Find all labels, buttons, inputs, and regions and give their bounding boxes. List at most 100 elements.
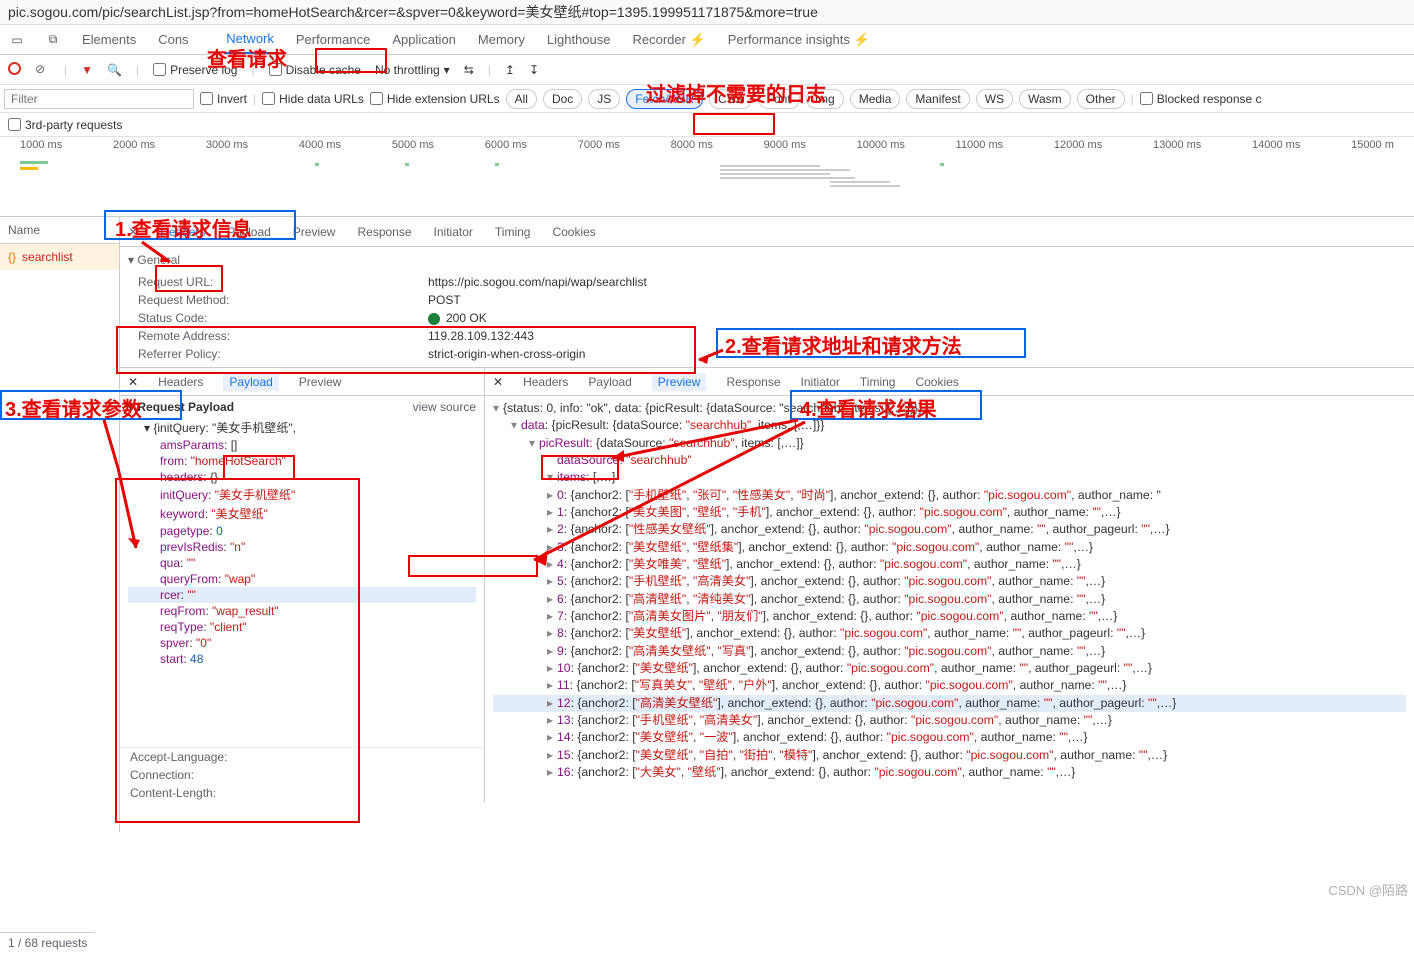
general-header[interactable]: ▾ General	[128, 251, 1406, 273]
tab-application[interactable]: Application	[390, 26, 458, 53]
url-bar[interactable]: pic.sogou.com/pic/searchList.jsp?from=ho…	[0, 0, 1414, 25]
subtab-preview[interactable]: Preview	[299, 375, 342, 389]
preview-item-7[interactable]: ▸7: {anchor2: ["高清美女图片", "朋友们"], anchor_…	[493, 608, 1406, 625]
tab-elements[interactable]: Elements	[80, 26, 138, 53]
payload-key-pagetype[interactable]: pagetype: 0	[128, 523, 476, 539]
pill-media[interactable]: Media	[850, 89, 901, 109]
tab-recorder[interactable]: Recorder ⚡	[631, 26, 708, 54]
payload-key-from[interactable]: from: "homeHotSearch"	[128, 453, 476, 469]
payload-key-keyword[interactable]: keyword: "美女壁纸"	[128, 504, 476, 523]
ptab-response[interactable]: Response	[726, 375, 780, 389]
preview-item-2[interactable]: ▸2: {anchor2: ["性感美女壁纸"], anchor_extend:…	[493, 521, 1406, 538]
preserve-log-checkbox[interactable]: Preserve log	[153, 63, 237, 77]
ptab-initiator[interactable]: Initiator	[801, 375, 840, 389]
tab-cookies[interactable]: Cookies	[552, 225, 595, 239]
subtab-payload[interactable]: Payload	[223, 373, 278, 391]
payload-key-initQuery[interactable]: initQuery: "美女手机壁纸"	[128, 485, 476, 504]
url-text: pic.sogou.com/pic/searchList.jsp?from=ho…	[8, 2, 818, 22]
tab-network[interactable]: Network	[224, 25, 276, 54]
filter-input[interactable]	[4, 89, 194, 109]
tab-initiator[interactable]: Initiator	[434, 225, 473, 239]
close-icon[interactable]: ✕	[493, 375, 503, 389]
tab-response[interactable]: Response	[357, 225, 411, 239]
pill-wasm[interactable]: Wasm	[1019, 89, 1071, 109]
pill-js[interactable]: JS	[588, 89, 620, 109]
close-icon[interactable]: ✕	[128, 225, 138, 239]
preview-item-6[interactable]: ▸6: {anchor2: ["高清壁纸", "清纯美女"], anchor_e…	[493, 591, 1406, 608]
payload-key-start[interactable]: start: 48	[128, 651, 476, 667]
ptab-headers[interactable]: Headers	[523, 375, 568, 389]
blocked-response-checkbox[interactable]: Blocked response c	[1140, 92, 1262, 106]
preview-item-3[interactable]: ▸3: {anchor2: ["美女壁纸", "壁纸集"], anchor_ex…	[493, 539, 1406, 556]
ptab-timing[interactable]: Timing	[860, 375, 896, 389]
payload-key-prevIsRedis[interactable]: prevIsRedis: "n"	[128, 539, 476, 555]
invert-checkbox[interactable]: Invert	[200, 92, 247, 106]
payload-key-amsParams[interactable]: amsParams: []	[128, 437, 476, 453]
preview-item-11[interactable]: ▸11: {anchor2: ["写真美女", "壁纸", "户外"], anc…	[493, 677, 1406, 694]
ptab-preview[interactable]: Preview	[652, 373, 707, 391]
tab-timing[interactable]: Timing	[495, 225, 531, 239]
tab-memory[interactable]: Memory	[476, 26, 527, 53]
device-icon[interactable]: ⧉	[44, 32, 62, 47]
preview-item-5[interactable]: ▸5: {anchor2: ["手机壁纸", "高清美女"], anchor_e…	[493, 573, 1406, 590]
clear-icon[interactable]: ⊘	[35, 62, 50, 77]
payload-tree[interactable]: ▾ Request Payloadview source ▾ {initQuer…	[120, 396, 484, 747]
payload-key-reqFrom[interactable]: reqFrom: "wap_result"	[128, 603, 476, 619]
remote-address-value: 119.28.109.132:443	[428, 329, 534, 343]
ptab-cookies[interactable]: Cookies	[915, 375, 958, 389]
pill-css[interactable]: CSS	[709, 89, 752, 109]
preview-item-16[interactable]: ▸16: {anchor2: ["大美女", "壁纸"], anchor_ext…	[493, 764, 1406, 781]
subtab-headers[interactable]: Headers	[158, 375, 203, 389]
pill-fetch-xhr[interactable]: Fetch/XHR	[626, 89, 703, 109]
payload-key-headers[interactable]: headers: {}	[128, 469, 476, 485]
preview-item-0[interactable]: ▸0: {anchor2: ["手机壁纸", "张可", "性感美女", "时尚…	[493, 487, 1406, 504]
preview-item-4[interactable]: ▸4: {anchor2: ["美女唯美", "壁纸"], anchor_ext…	[493, 556, 1406, 573]
wifi-icon[interactable]: ⇆	[464, 63, 474, 77]
preview-item-1[interactable]: ▸1: {anchor2: ["美女美图", "壁纸", "手机"], anch…	[493, 504, 1406, 521]
filter-icon[interactable]: ▼	[81, 63, 93, 77]
tab-performance[interactable]: Performance	[294, 26, 372, 53]
pill-other[interactable]: Other	[1077, 89, 1125, 109]
disable-cache-checkbox[interactable]: Disable cache	[269, 63, 361, 77]
payload-key-queryFrom[interactable]: queryFrom: "wap"	[128, 571, 476, 587]
preview-item-15[interactable]: ▸15: {anchor2: ["美女壁纸", "自拍", "街拍", "模特"…	[493, 747, 1406, 764]
preview-item-13[interactable]: ▸13: {anchor2: ["手机壁纸", "高清美女"], anchor_…	[493, 712, 1406, 729]
preview-item-10[interactable]: ▸10: {anchor2: ["美女壁纸"], anchor_extend: …	[493, 660, 1406, 677]
search-icon[interactable]: 🔍	[107, 63, 122, 77]
tab-headers[interactable]: Headers	[160, 225, 205, 239]
preview-item-12[interactable]: ▸12: {anchor2: ["高清美女壁纸"], anchor_extend…	[493, 695, 1406, 712]
hide-ext-urls-checkbox[interactable]: Hide extension URLs	[370, 92, 500, 106]
pill-font[interactable]: Font	[758, 89, 800, 109]
pill-all[interactable]: All	[506, 89, 537, 109]
payload-key-reqType[interactable]: reqType: "client"	[128, 619, 476, 635]
ptab-payload[interactable]: Payload	[588, 375, 631, 389]
view-source-link[interactable]: view source	[413, 400, 476, 414]
preview-item-9[interactable]: ▸9: {anchor2: ["高清美女壁纸", "写真"], anchor_e…	[493, 643, 1406, 660]
pill-img[interactable]: Img	[806, 89, 844, 109]
pill-manifest[interactable]: Manifest	[906, 89, 969, 109]
hide-data-urls-checkbox[interactable]: Hide data URLs	[262, 92, 364, 106]
request-searchlist[interactable]: {} searchlist	[0, 244, 119, 270]
tab-payload[interactable]: Payload	[227, 225, 270, 239]
preview-item-14[interactable]: ▸14: {anchor2: ["美女壁纸", "一波"], anchor_ex…	[493, 729, 1406, 746]
preview-tree[interactable]: ▾{status: 0, info: "ok", data: {picResul…	[485, 396, 1414, 802]
timeline[interactable]: 1000 ms2000 ms3000 ms4000 ms5000 ms6000 …	[0, 137, 1414, 217]
payload-key-qua[interactable]: qua: ""	[128, 555, 476, 571]
download-icon[interactable]: ↧	[529, 63, 539, 77]
preview-item-8[interactable]: ▸8: {anchor2: ["美女壁纸"], anchor_extend: {…	[493, 625, 1406, 642]
pill-doc[interactable]: Doc	[543, 89, 582, 109]
close-icon[interactable]: ✕	[128, 375, 138, 389]
tab-preview[interactable]: Preview	[293, 225, 336, 239]
throttling-select[interactable]: No throttling ▾	[375, 63, 450, 77]
upload-icon[interactable]: ↥	[505, 63, 515, 77]
third-party-checkbox[interactable]: 3rd-party requests	[8, 118, 122, 132]
general-section: ▾ General Request URL:https://pic.sogou.…	[120, 247, 1414, 367]
payload-key-spver[interactable]: spver: "0"	[128, 635, 476, 651]
pill-ws[interactable]: WS	[976, 89, 1013, 109]
inspect-icon[interactable]: ▭	[8, 33, 26, 47]
record-icon[interactable]	[8, 62, 21, 78]
tab-lighthouse[interactable]: Lighthouse	[545, 26, 613, 53]
tab-console[interactable]: Cons	[156, 26, 206, 53]
payload-key-rcer[interactable]: rcer: ""	[128, 587, 476, 603]
tab-perf-insights[interactable]: Performance insights ⚡	[726, 26, 872, 54]
